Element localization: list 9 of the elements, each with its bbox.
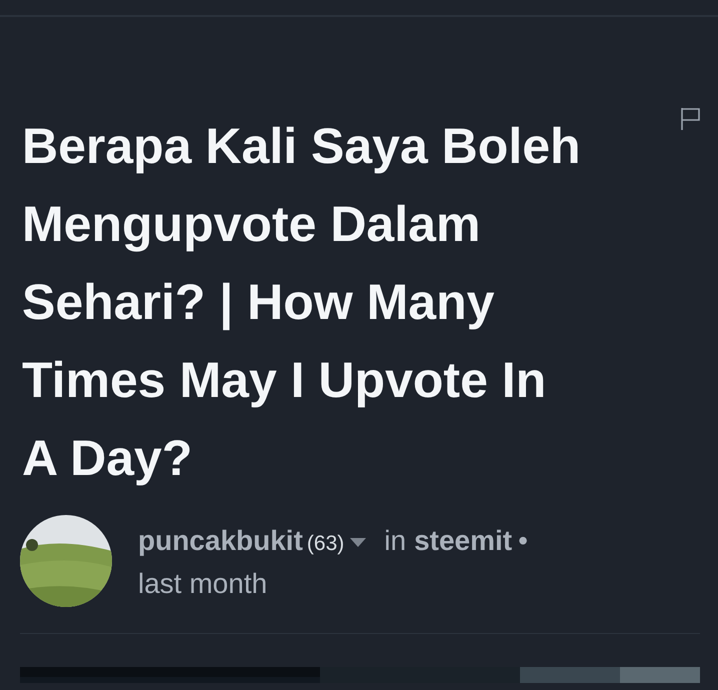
caret-icon[interactable] bbox=[350, 538, 366, 548]
post-title: Berapa Kali Saya Boleh Mengupvote Dalam Sehari? | How Many Times May I Upvote In A Day? bbox=[22, 117, 582, 488]
author-link[interactable]: puncakbukit bbox=[138, 525, 303, 556]
post-time: last month bbox=[138, 567, 268, 601]
in-label: in bbox=[384, 525, 406, 556]
separator-dot: • bbox=[518, 525, 528, 556]
community-link[interactable]: steemit bbox=[414, 525, 512, 556]
flag-icon[interactable] bbox=[680, 107, 702, 131]
reputation-score: (63) bbox=[306, 532, 344, 555]
